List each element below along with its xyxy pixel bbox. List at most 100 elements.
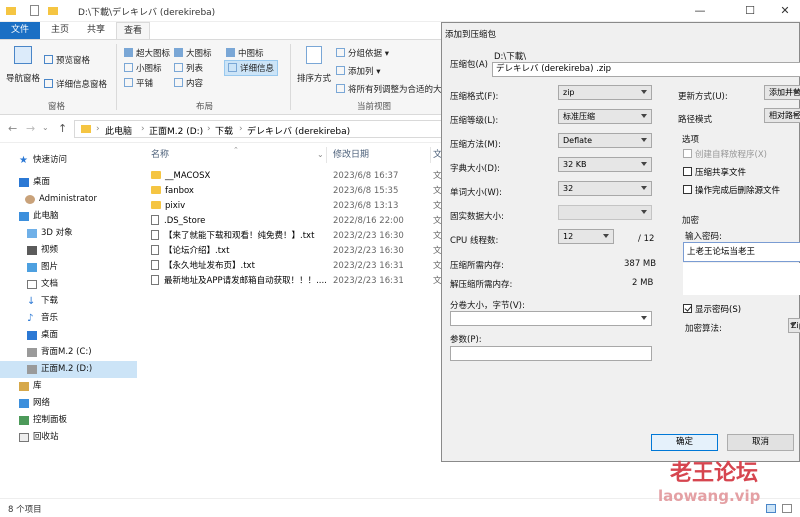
- back-arrow-icon[interactable]: ←: [8, 122, 17, 135]
- folder-icon: [151, 171, 161, 179]
- level-select[interactable]: 标准压缩: [558, 109, 652, 124]
- folder-icon: [81, 125, 91, 133]
- tab-view[interactable]: 查看: [116, 22, 150, 39]
- nav-item-desktop-2[interactable]: 桌面: [0, 327, 137, 344]
- fit-columns-button[interactable]: 将所有列调整为合适的大: [336, 83, 442, 95]
- threads-select[interactable]: 12: [558, 229, 614, 244]
- nav-item-control-panel[interactable]: 控制面板: [0, 412, 137, 429]
- checkbox-box: [683, 149, 692, 158]
- text-file-icon: [151, 260, 159, 270]
- text-file-icon: [151, 230, 159, 240]
- column-header-modified[interactable]: 修改日期: [333, 147, 431, 163]
- minimize-button[interactable]: —: [680, 0, 720, 22]
- large-icons-icon: [174, 48, 183, 57]
- nav-pane-icon[interactable]: [14, 46, 32, 64]
- item-count: 8 个项目: [8, 505, 42, 515]
- update-select[interactable]: 添加并替: [764, 85, 800, 100]
- sort-icon[interactable]: [306, 46, 322, 64]
- small-icons-icon: [124, 63, 133, 72]
- details-pane-button[interactable]: 详细信息窗格: [44, 78, 107, 90]
- nav-item-this-pc[interactable]: 此电脑: [0, 208, 137, 225]
- group-by-button[interactable]: 分组依据 ▾: [336, 47, 389, 59]
- content-option[interactable]: 内容: [174, 77, 203, 89]
- column-header-name[interactable]: 名称 ⌃ ⌄: [137, 146, 327, 163]
- nav-item-network[interactable]: 网络: [0, 395, 137, 412]
- mem-compress-value: 387 MB: [624, 259, 657, 269]
- nav-item-videos[interactable]: 视频: [0, 242, 137, 259]
- title-path: D:\下載\デレキレバ (derekireba): [78, 8, 216, 18]
- desktop-icon: [27, 331, 37, 340]
- drive-icon: [27, 348, 37, 357]
- password-blank-area: [683, 263, 800, 295]
- medium-icons-option[interactable]: 中图标: [226, 47, 264, 59]
- breadcrumb-downloads[interactable]: 下载: [215, 124, 233, 137]
- format-select[interactable]: zip: [558, 85, 652, 100]
- archive-name-input[interactable]: デレキレバ (derekireba) .zip: [492, 62, 800, 77]
- computer-icon: [19, 212, 29, 221]
- tab-file[interactable]: 文件: [0, 22, 40, 39]
- params-label: 参数(P):: [450, 335, 482, 345]
- nav-item-libraries[interactable]: 库: [0, 378, 137, 395]
- nav-item-downloads[interactable]: ↓ 下载: [0, 293, 137, 310]
- navigation-pane: ★ 快速访问 桌面 Administrator 此电脑 3D 对象 视频 图片 文…: [0, 143, 137, 498]
- recent-chevron-icon[interactable]: ⌄: [42, 123, 49, 132]
- threads-max: / 12: [638, 234, 655, 244]
- nav-item-quick-access[interactable]: ★ 快速访问: [0, 152, 137, 169]
- add-columns-button[interactable]: 添加列 ▾: [336, 65, 380, 77]
- method-label: 压缩方法(M):: [450, 140, 501, 150]
- nav-item-music[interactable]: ♪ 音乐: [0, 310, 137, 327]
- control-panel-icon: [19, 416, 29, 425]
- nav-item-recycle-bin[interactable]: 回收站: [0, 429, 137, 446]
- preview-pane-button[interactable]: 预览窗格: [44, 54, 90, 66]
- group-by-icon: [336, 48, 345, 57]
- cube-icon: [27, 229, 37, 238]
- mem-compress-label: 压缩所需内存:: [450, 261, 504, 271]
- breadcrumb-current[interactable]: デレキレバ (derekireba): [247, 124, 350, 137]
- maximize-button[interactable]: ☐: [730, 0, 770, 22]
- nav-item-3d-objects[interactable]: 3D 对象: [0, 225, 137, 242]
- add-columns-icon: [336, 66, 345, 75]
- chevron-down-icon: ⌄: [317, 150, 324, 159]
- xlarge-icons-option[interactable]: 超大图标: [124, 47, 170, 59]
- tab-share[interactable]: 共享: [80, 22, 112, 39]
- breadcrumb-drive-d[interactable]: 正面M.2 (D:): [149, 124, 203, 137]
- password-input[interactable]: 上老王论坛当老王: [683, 242, 800, 262]
- details-option[interactable]: 详细信息: [224, 60, 279, 76]
- nav-item-desktop[interactable]: 桌面: [0, 174, 137, 191]
- tiles-option[interactable]: 平铺: [124, 77, 153, 89]
- shared-files-checkbox[interactable]: 压缩共享文件: [683, 167, 746, 179]
- nav-item-documents[interactable]: 文档: [0, 276, 137, 293]
- show-password-checkbox[interactable]: 显示密码(S): [683, 304, 741, 316]
- nav-pane-button[interactable]: 导航窗格: [6, 72, 40, 84]
- folder-icon: [6, 7, 16, 15]
- delete-after-checkbox[interactable]: 操作完成后删除源文件: [683, 185, 780, 197]
- dict-select[interactable]: 32 KB: [558, 157, 652, 172]
- close-button[interactable]: ✕: [765, 0, 800, 22]
- recycle-bin-icon: [19, 433, 29, 442]
- large-icons-option[interactable]: 大图标: [174, 47, 212, 59]
- tab-home[interactable]: 主页: [44, 22, 76, 39]
- split-select[interactable]: [450, 311, 652, 326]
- word-select[interactable]: 32: [558, 181, 652, 196]
- dict-label: 字典大小(D):: [450, 164, 501, 174]
- encrypt-method-select[interactable]: Zip: [788, 318, 800, 333]
- nav-item-administrator[interactable]: Administrator: [0, 191, 137, 208]
- nav-item-drive-c[interactable]: 背面M.2 (C:): [0, 344, 137, 361]
- mem-decompress-label: 解压缩所需内存:: [450, 280, 513, 290]
- params-input[interactable]: [450, 346, 652, 361]
- text-file-icon: [151, 245, 159, 255]
- sort-by-button[interactable]: 排序方式: [297, 72, 331, 84]
- list-option[interactable]: 列表: [174, 62, 203, 74]
- cancel-button[interactable]: 取消: [727, 434, 794, 451]
- path-select[interactable]: 相对路径: [764, 108, 800, 123]
- nav-item-pictures[interactable]: 图片: [0, 259, 137, 276]
- properties-icon[interactable]: [30, 5, 39, 16]
- new-folder-icon[interactable]: [48, 7, 58, 15]
- forward-arrow-icon[interactable]: →: [26, 122, 35, 135]
- up-arrow-icon[interactable]: ↑: [58, 122, 67, 135]
- breadcrumb-this-pc[interactable]: 此电脑: [105, 124, 132, 137]
- small-icons-option[interactable]: 小图标: [124, 62, 162, 74]
- nav-item-drive-d[interactable]: 正面M.2 (D:): [0, 361, 137, 378]
- ok-button[interactable]: 确定: [651, 434, 718, 451]
- method-select[interactable]: Deflate: [558, 133, 652, 148]
